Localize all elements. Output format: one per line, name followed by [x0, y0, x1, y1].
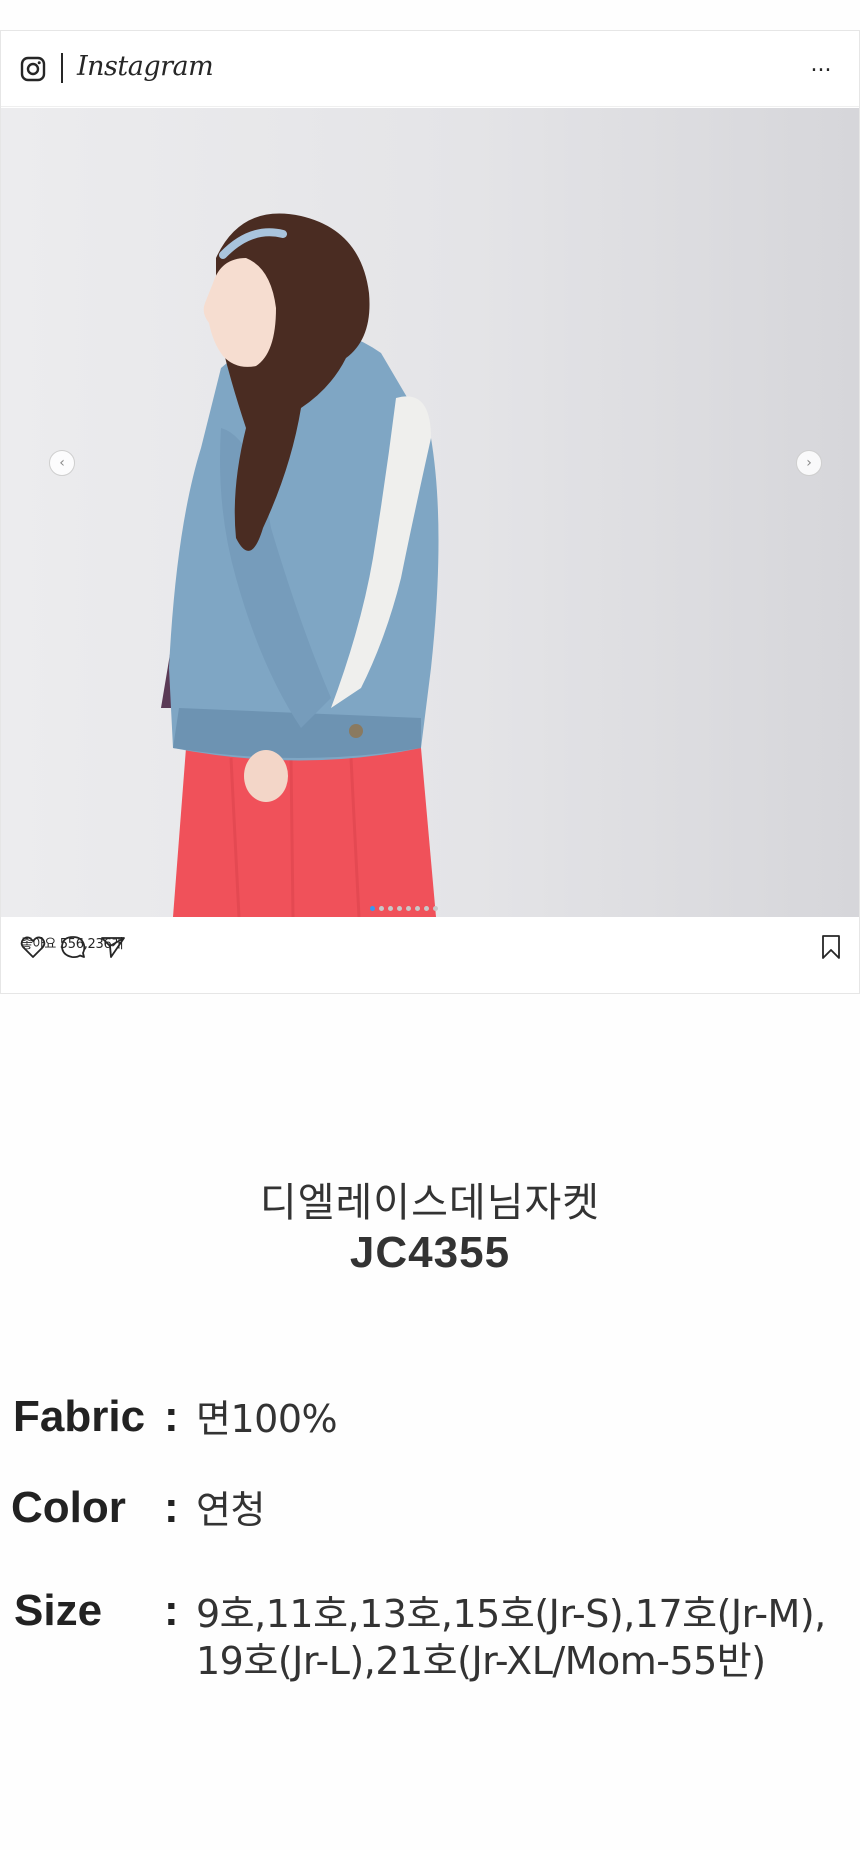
carousel-dot[interactable] — [406, 906, 411, 911]
fabric-value: 면100% — [196, 1397, 338, 1441]
fabric-colon: : — [164, 1392, 179, 1441]
size-value-line1: 9호,11호,13호,15호(Jr-S),17호(Jr-M), — [196, 1592, 826, 1636]
post-photo: ‹ › — [1, 108, 859, 917]
carousel-dot[interactable] — [397, 906, 402, 911]
post-actions — [1, 917, 859, 993]
girl-in-denim-jacket-photo — [161, 213, 439, 917]
hand — [244, 750, 288, 802]
bookmark-icon[interactable] — [817, 933, 845, 961]
carousel-dot[interactable] — [379, 906, 384, 911]
size-label: Size — [14, 1586, 103, 1635]
red-skirt — [173, 748, 436, 917]
color-colon: : — [164, 1483, 179, 1532]
product-code: JC4355 — [349, 1228, 511, 1277]
size-colon: : — [164, 1586, 179, 1635]
size-value-line2: 19호(Jr-L),21호(Jr-XL/Mom-55반) — [196, 1639, 766, 1683]
carousel-prev-button[interactable]: ‹ — [49, 450, 75, 476]
color-label: Color — [11, 1483, 126, 1532]
instagram-logo-icon[interactable] — [20, 56, 46, 82]
more-options-button[interactable]: ... — [806, 54, 836, 79]
face — [203, 258, 276, 367]
header-divider — [61, 53, 63, 83]
post-header: Instagram ... — [1, 31, 859, 107]
carousel-dot[interactable] — [370, 906, 375, 911]
product-name: 디엘레이스데님자켓 — [259, 1180, 601, 1226]
likes-count: 좋아요 556,236개 — [21, 937, 124, 952]
fabric-label: Fabric — [13, 1392, 146, 1441]
instagram-post-card: Instagram ... ‹ › — [0, 30, 860, 994]
carousel-dot[interactable] — [415, 906, 420, 911]
instagram-wordmark[interactable]: Instagram — [77, 51, 214, 82]
carousel-indicator — [370, 906, 438, 911]
chevron-left-icon: ‹ — [59, 455, 65, 471]
carousel-dot[interactable] — [424, 906, 429, 911]
carousel-dot[interactable] — [433, 906, 438, 911]
carousel-next-button[interactable]: › — [796, 450, 822, 476]
chevron-right-icon: › — [806, 455, 812, 471]
color-value: 연청 — [196, 1488, 265, 1532]
carousel-dot[interactable] — [388, 906, 393, 911]
